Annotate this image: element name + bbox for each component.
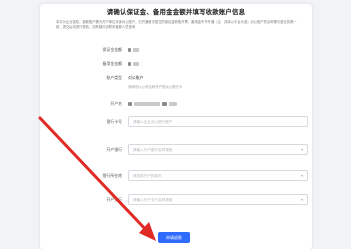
card-number-input[interactable]: 请输入企业对公银行账户 xyxy=(128,116,308,127)
card-number-row: 银行卡号 请输入企业对公银行账户 xyxy=(40,116,312,128)
account-type-row: 账户类型 对公账户 xyxy=(40,72,312,84)
deposit-label: 保证金金额 xyxy=(102,47,122,52)
bank-placeholder: 请输入开户银行名称搜索 xyxy=(133,148,173,152)
account-type-value: 对公账户 xyxy=(128,75,144,80)
account-name-row: 开户名 xyxy=(40,98,312,110)
reserve-value xyxy=(128,61,141,66)
apply-refund-button[interactable]: 申请退款 xyxy=(158,232,190,243)
bank-location-label: 银行所在地 xyxy=(102,173,122,178)
chevron-down-icon: ▾ xyxy=(301,148,303,152)
bank-location-placeholder: 请选择开户的城市 xyxy=(133,174,162,178)
branch-placeholder: 请输入开户支行名称搜索 xyxy=(133,198,173,202)
reserve-label: 备用金金额 xyxy=(102,61,122,66)
reserve-row: 备用金金额 xyxy=(40,58,312,70)
account-name-label: 开户名 xyxy=(110,101,122,106)
chevron-down-icon: ▾ xyxy=(301,174,303,178)
card-number-label: 银行卡号 xyxy=(106,119,122,124)
branch-label: 开户支行 xyxy=(106,197,122,202)
bank-location-row: 银行所在地 请选择开户的城市 ▾ xyxy=(40,170,312,182)
account-type-hint: 请填写以公司名称开户的对公银行卡 xyxy=(128,85,183,89)
account-name-value xyxy=(128,101,179,106)
notice-text: 本次为企业保险，退款账户需为开户单位本身对公账户。已开通首次提交的保证金转账开票… xyxy=(56,20,297,30)
branch-select[interactable]: 请输入开户支行名称搜索 ▾ xyxy=(128,194,308,205)
deposit-row: 保证金金额 xyxy=(40,44,312,56)
page-title: 请确认保证金、备用金金额并填写收款账户信息 xyxy=(106,8,246,16)
bank-label: 开户银行 xyxy=(106,147,122,152)
bank-location-select[interactable]: 请选择开户的城市 ▾ xyxy=(128,170,308,181)
bank-select[interactable]: 请输入开户银行名称搜索 ▾ xyxy=(128,144,308,155)
bank-row: 开户银行 请输入开户银行名称搜索 ▾ xyxy=(40,144,312,156)
chevron-down-icon: ▾ xyxy=(301,198,303,202)
deposit-value xyxy=(128,47,141,52)
account-type-label: 账户类型 xyxy=(106,75,122,80)
branch-row: 开户支行 请输入开户支行名称搜索 ▾ xyxy=(40,194,312,206)
refund-account-form-card: 请确认保证金、备用金金额并填写收款账户信息 本次为企业保险，退款账户需为开户单位… xyxy=(40,4,312,249)
